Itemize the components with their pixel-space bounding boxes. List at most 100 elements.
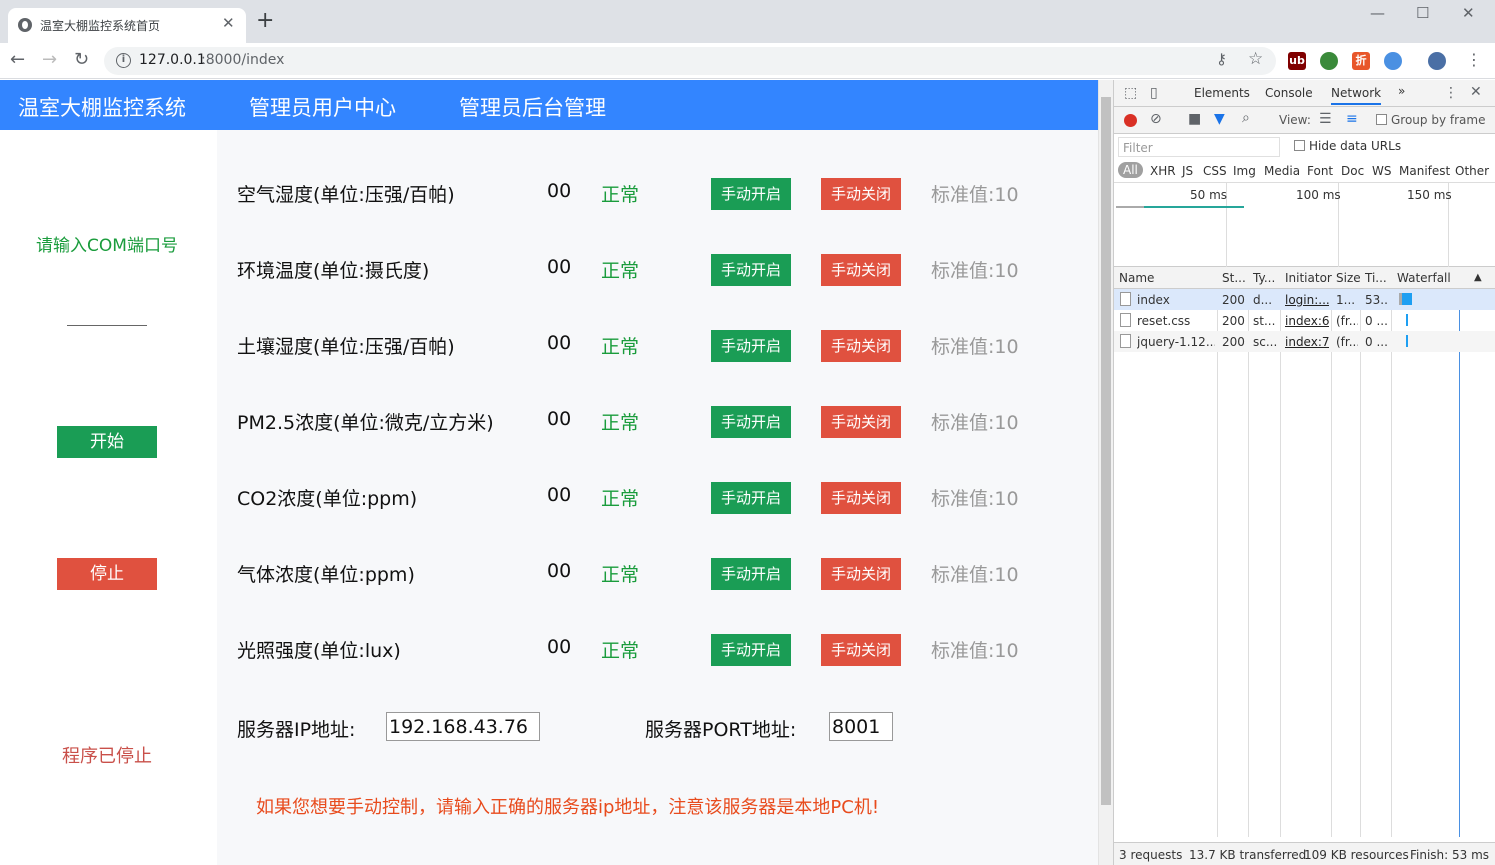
request-initiator[interactable]: index:6 <box>1285 314 1329 328</box>
column-name[interactable]: Name <box>1119 271 1154 285</box>
manual-off-button[interactable]: 手动关闭 <box>821 558 901 590</box>
nav-brand[interactable]: 温室大棚监控系统 <box>18 92 186 122</box>
network-overview-timeline[interactable]: 50 ms 100 ms 150 ms <box>1114 183 1495 267</box>
type-filter-css[interactable]: CSS <box>1203 164 1227 178</box>
tab-close-icon[interactable]: ✕ <box>222 14 235 32</box>
filter-input[interactable]: Filter <box>1118 137 1280 157</box>
group-by-frame-box[interactable] <box>1376 114 1387 125</box>
key-icon[interactable]: ⚷ <box>1216 50 1227 68</box>
column-initiator[interactable]: Initiator <box>1285 271 1332 285</box>
table-row[interactable]: jquery-1.12.... 200 sc... index:7 (fr...… <box>1114 331 1495 352</box>
sensor-label: 土壤湿度(单位:压强/百帕) <box>237 336 455 358</box>
type-filter-other[interactable]: Other <box>1455 164 1489 178</box>
waterfall-view-icon[interactable]: ≡ <box>1346 111 1358 127</box>
group-by-frame-checkbox[interactable]: Group by frame <box>1376 113 1485 127</box>
devtools-panel: ⬚ ▯ Elements Console Network » ⋮ ✕ ⊘ ■ ▼… <box>1113 80 1495 865</box>
type-filter-font[interactable]: Font <box>1307 164 1333 178</box>
request-initiator[interactable]: index:7 <box>1285 335 1329 349</box>
column-waterfall[interactable]: Waterfall <box>1397 271 1451 285</box>
type-filter-img[interactable]: Img <box>1233 164 1256 178</box>
request-status: 200 <box>1222 314 1245 328</box>
device-toolbar-icon[interactable]: ▯ <box>1150 85 1158 101</box>
column-type[interactable]: Ty... <box>1253 271 1275 285</box>
manual-off-button[interactable]: 手动关闭 <box>821 634 901 666</box>
address-bar[interactable]: i 127.0.0.1 :8000/index ⚷ ☆ <box>104 47 1276 75</box>
filter-icon[interactable]: ▼ <box>1214 111 1225 127</box>
manual-on-button[interactable]: 手动开启 <box>711 406 791 438</box>
hide-data-urls-checkbox[interactable]: Hide data URLs <box>1294 139 1401 153</box>
requests-table-header: Name St... Ty... Initiator Size Ti... Wa… <box>1114 267 1495 289</box>
manual-on-button[interactable]: 手动开启 <box>711 634 791 666</box>
manual-off-button[interactable]: 手动关闭 <box>821 406 901 438</box>
devtools-close-icon[interactable]: ✕ <box>1470 84 1482 100</box>
table-row[interactable]: index 200 d... login:... 1... 53... <box>1114 289 1495 310</box>
column-time[interactable]: Ti... <box>1365 271 1387 285</box>
manual-on-button[interactable]: 手动开启 <box>711 178 791 210</box>
reload-button[interactable]: ↻ <box>74 49 89 70</box>
record-icon[interactable] <box>1124 114 1137 127</box>
server-ip-input[interactable] <box>386 712 540 741</box>
manual-on-button[interactable]: 手动开启 <box>711 254 791 286</box>
nav-admin[interactable]: 管理员后台管理 <box>459 92 606 122</box>
tab-network[interactable]: Network <box>1331 86 1382 105</box>
type-filter-xhr[interactable]: XHR <box>1150 164 1176 178</box>
page-scrollbar-thumb[interactable] <box>1101 97 1111 805</box>
browser-tab[interactable]: 温室大棚监控系统首页 ✕ <box>8 8 246 43</box>
server-port-input[interactable] <box>829 712 893 741</box>
type-filter-ws[interactable]: WS <box>1372 164 1391 178</box>
sensor-label: CO2浓度(单位:ppm) <box>237 488 418 510</box>
nav-user-center[interactable]: 管理员用户中心 <box>249 92 396 122</box>
tab-elements[interactable]: Elements <box>1194 86 1250 100</box>
type-filter-manifest[interactable]: Manifest <box>1399 164 1450 178</box>
window-close-button[interactable]: ✕ <box>1462 4 1475 22</box>
extension-icon[interactable] <box>1320 52 1338 70</box>
sensor-label: 光照强度(单位:lux) <box>237 640 401 662</box>
forward-button[interactable]: → <box>42 49 57 70</box>
sensor-value: 00 <box>547 484 572 506</box>
manual-on-button[interactable]: 手动开启 <box>711 330 791 362</box>
search-icon[interactable]: ⌕ <box>1242 110 1250 126</box>
screenshot-icon[interactable]: ■ <box>1188 111 1201 127</box>
browser-menu-icon[interactable]: ⋮ <box>1466 50 1482 69</box>
type-filter-doc[interactable]: Doc <box>1341 164 1364 178</box>
request-initiator[interactable]: login:... <box>1285 293 1329 307</box>
stop-button[interactable]: 停止 <box>57 558 157 590</box>
column-status[interactable]: St... <box>1222 271 1246 285</box>
clear-icon[interactable]: ⊘ <box>1150 111 1162 127</box>
manual-off-button[interactable]: 手动关闭 <box>821 482 901 514</box>
feather-extension-icon[interactable] <box>1384 52 1402 70</box>
maximize-button[interactable]: ☐ <box>1416 4 1429 22</box>
tab-console[interactable]: Console <box>1265 86 1313 100</box>
sensor-row-gas: 气体浓度(单位:ppm) 00 正常 手动开启 手动关闭 标准值:10 <box>237 558 1057 594</box>
column-size[interactable]: Size <box>1336 271 1361 285</box>
manual-off-button[interactable]: 手动关闭 <box>821 254 901 286</box>
com-port-input[interactable] <box>67 308 147 326</box>
ublock-extension-icon[interactable]: ub <box>1288 52 1306 70</box>
devtools-menu-icon[interactable]: ⋮ <box>1444 85 1458 101</box>
manual-on-button[interactable]: 手动开启 <box>711 482 791 514</box>
page-scrollbar[interactable] <box>1098 80 1113 865</box>
bookmark-star-icon[interactable]: ☆ <box>1248 49 1263 69</box>
manual-off-button[interactable]: 手动关闭 <box>821 178 901 210</box>
table-row[interactable]: reset.css 200 st... index:6 (fr... 0 ... <box>1114 310 1495 331</box>
type-filter-media[interactable]: Media <box>1264 164 1300 178</box>
new-tab-button[interactable]: + <box>256 10 274 32</box>
inspect-icon[interactable]: ⬚ <box>1124 85 1137 101</box>
sort-arrow-icon[interactable]: ▲ <box>1474 272 1482 283</box>
minimize-button[interactable]: — <box>1370 4 1385 22</box>
hide-data-urls-box[interactable] <box>1294 140 1305 151</box>
start-button[interactable]: 开始 <box>57 426 157 458</box>
standard-value: 标准值:10 <box>931 184 1019 206</box>
type-filter-all[interactable]: All <box>1118 162 1143 178</box>
zhe-extension-icon[interactable]: 折 <box>1352 52 1370 70</box>
info-icon[interactable]: i <box>116 53 131 68</box>
type-filter-js[interactable]: JS <box>1182 164 1193 178</box>
more-tabs-icon[interactable]: » <box>1398 84 1405 98</box>
manual-off-button[interactable]: 手动关闭 <box>821 330 901 362</box>
back-button[interactable]: ← <box>10 49 25 70</box>
manual-on-button[interactable]: 手动开启 <box>711 558 791 590</box>
column-separator <box>1360 267 1361 837</box>
list-view-icon[interactable]: ☰ <box>1319 111 1332 127</box>
sensor-row-temperature: 环境温度(单位:摄氏度) 00 正常 手动开启 手动关闭 标准值:10 <box>237 254 1057 290</box>
profile-avatar[interactable] <box>1428 52 1446 70</box>
